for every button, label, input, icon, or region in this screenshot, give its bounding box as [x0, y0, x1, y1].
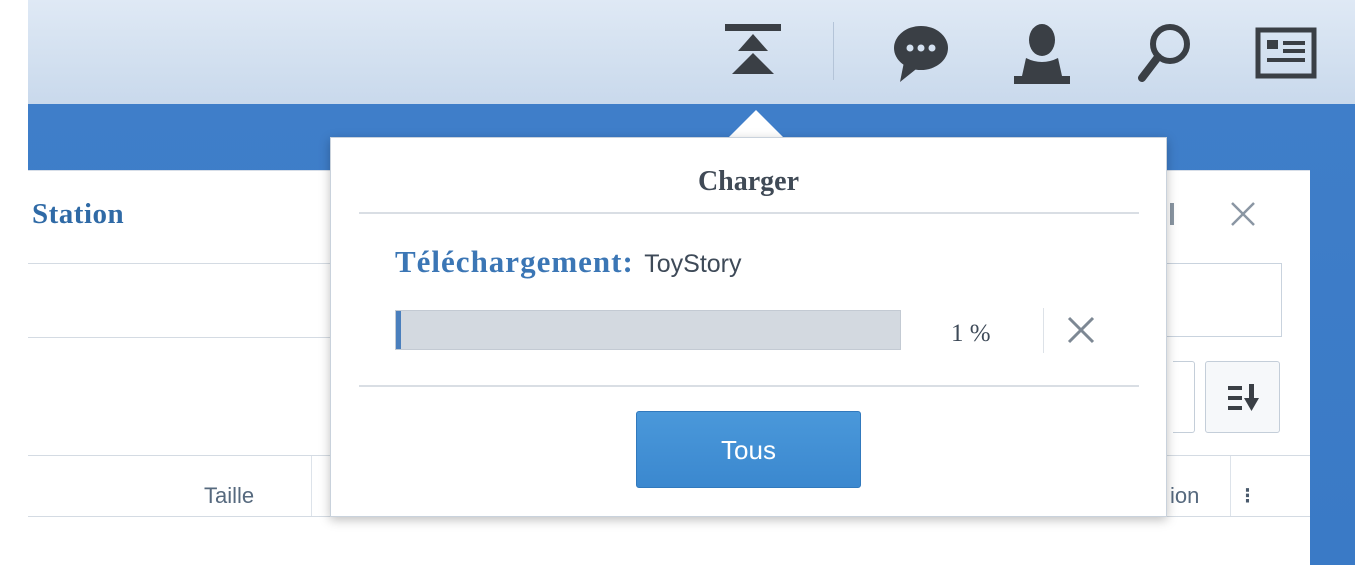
widgets-icon[interactable]	[1255, 22, 1319, 84]
popover-title: Charger	[697, 166, 800, 197]
column-menu-icon[interactable]: ⁝	[1244, 483, 1251, 509]
column-header-size[interactable]: Taille	[204, 483, 254, 509]
window-title: Station	[32, 198, 125, 230]
left-margin	[0, 0, 28, 565]
progress-fill	[396, 311, 402, 349]
popover-arrow	[728, 110, 784, 138]
download-entry: Téléchargement: ToyStory	[395, 244, 742, 280]
maximize-button[interactable]	[1170, 199, 1176, 229]
cancel-icon[interactable]	[1061, 308, 1101, 352]
toolbar-divider	[28, 337, 358, 338]
upload-queue-icon[interactable]	[722, 24, 784, 86]
search-icon[interactable]	[1136, 20, 1196, 86]
progress-bar	[395, 310, 901, 350]
chat-icon[interactable]	[890, 22, 952, 84]
column-separator	[1230, 456, 1231, 516]
topbar-separator	[833, 22, 834, 80]
sort-icon	[1228, 384, 1260, 417]
upload-popover: Charger Téléchargement: ToyStory 1 % Tou…	[330, 137, 1167, 517]
filter-field[interactable]	[1173, 361, 1195, 433]
percent-separator	[1043, 308, 1044, 353]
show-all-button[interactable]: Tous	[636, 411, 861, 488]
column-separator	[311, 456, 312, 516]
close-icon[interactable]	[1228, 199, 1258, 229]
column-header-partial[interactable]: ion	[1170, 483, 1199, 509]
sort-button[interactable]	[1205, 361, 1280, 433]
user-icon[interactable]	[1012, 22, 1072, 86]
popover-divider	[359, 385, 1139, 387]
popover-divider	[359, 212, 1139, 214]
file-name: ToyStory	[644, 250, 742, 278]
field-top-border	[28, 263, 358, 264]
progress-percent: 1 %	[951, 320, 991, 347]
download-label: Téléchargement:	[395, 244, 634, 279]
